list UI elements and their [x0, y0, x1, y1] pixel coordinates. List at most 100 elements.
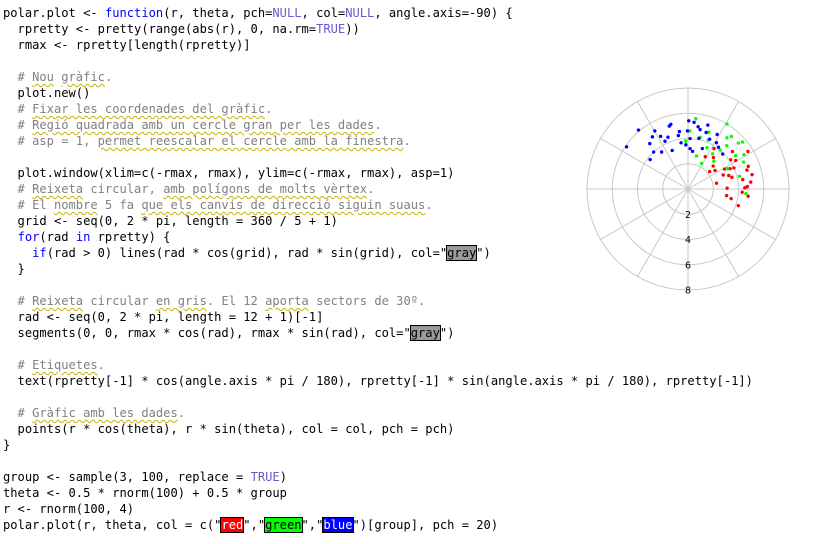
code-line[interactable]: theta <- 0.5 * rnorm(100) + 0.5 * group	[3, 485, 838, 501]
data-point	[685, 129, 690, 133]
code-token: .	[265, 102, 273, 116]
data-point	[697, 136, 701, 141]
data-point	[732, 166, 736, 170]
data-point	[736, 203, 741, 208]
code-line[interactable]: polar.plot <- function(r, theta, pch=NUL…	[3, 5, 838, 21]
code-line[interactable]: points(r * cos(theta), r * sin(theta), c…	[3, 421, 838, 437]
data-point	[729, 196, 733, 201]
code-token: # asp = 1,	[3, 134, 98, 148]
code-token: polar.plot(r, theta, col = c("	[3, 518, 222, 532]
code-token: .	[104, 70, 113, 84]
data-point	[688, 136, 692, 141]
code-token: group <- sample(3, 100, replace =	[3, 470, 251, 484]
code-token: #	[3, 102, 33, 116]
data-point	[740, 140, 745, 144]
code-line[interactable]: }	[3, 437, 838, 453]
data-point	[733, 158, 738, 163]
data-point	[703, 155, 707, 159]
code-token: amb polígons de molts vèrtex	[163, 182, 368, 196]
data-point	[624, 145, 629, 149]
data-point	[741, 177, 745, 182]
data-point	[725, 186, 729, 190]
code-token: plot.new()	[3, 86, 91, 100]
grid-spoke	[687, 188, 776, 240]
data-point	[688, 146, 692, 151]
code-line[interactable]	[3, 453, 838, 469]
code-token: points(r * cos(theta), r * sin(theta), c…	[3, 422, 455, 436]
polar-plot: 2 4 6 8	[586, 87, 790, 297]
code-line[interactable]: # Etiquetes.	[3, 357, 838, 373]
code-token: ))	[345, 22, 360, 36]
code-line[interactable]: rmax <- rpretty[length(rpretty)]	[3, 37, 838, 53]
code-token: (r, theta, pch=	[163, 6, 273, 20]
code-token: rpretty) {	[90, 230, 171, 244]
code-token: function	[104, 6, 164, 20]
data-point	[743, 186, 747, 190]
code-token: gray	[409, 325, 441, 341]
code-token: circular,	[83, 182, 164, 196]
code-token: polar.plot <-	[3, 6, 105, 20]
code-token: #	[3, 406, 33, 420]
code-token: gràfic	[61, 70, 105, 84]
data-point	[707, 169, 712, 174]
data-point	[718, 148, 722, 152]
code-line[interactable]: text(rpretty[-1] * cos(angle.axis * pi /…	[3, 373, 838, 389]
code-token: text(rpretty[-1] * cos(angle.axis * pi /…	[3, 374, 753, 388]
code-line[interactable]: r <- rnorm(100, 4)	[3, 501, 838, 517]
code-token: .	[425, 198, 433, 212]
code-token: theta <- 0.5 * rnorm(100) + 0.5 * group	[3, 486, 287, 500]
code-token: sectors de 30º.	[308, 294, 426, 308]
data-point	[725, 136, 729, 140]
data-point	[648, 141, 652, 146]
code-token: Reixeta	[32, 182, 84, 196]
code-token: segments(0, 0, rmax * cos(rad), rmax * s…	[3, 326, 411, 340]
code-token: if	[32, 246, 47, 260]
code-line[interactable]: rpretty <- pretty(range(abs(r), 0, na.rm…	[3, 21, 838, 37]
code-line[interactable]	[3, 53, 838, 69]
data-point	[658, 134, 663, 139]
code-token: .	[177, 406, 186, 420]
data-point	[745, 168, 749, 172]
data-point	[727, 173, 731, 178]
data-point	[636, 128, 641, 132]
code-token: in	[75, 230, 91, 244]
code-line[interactable]	[3, 341, 838, 357]
data-point	[666, 135, 670, 139]
data-point	[725, 166, 729, 171]
code-line[interactable]	[3, 389, 838, 405]
code-token: }	[3, 262, 25, 276]
code-token: gray	[446, 245, 478, 261]
code-token: grid <- seq(0, 2 * pi, length = 360 / 5 …	[3, 214, 338, 228]
data-point	[690, 149, 695, 154]
code-token: ")	[476, 246, 491, 260]
data-point	[729, 158, 733, 162]
code-token: .	[367, 182, 375, 196]
data-point	[712, 146, 716, 151]
code-line[interactable]: group <- sample(3, 100, replace = TRUE)	[3, 469, 838, 485]
code-token: .	[374, 118, 382, 132]
code-token: .	[97, 358, 105, 372]
code-token: permet reescalar el cercle amb la finest…	[97, 134, 404, 148]
data-point	[746, 164, 750, 169]
data-point	[746, 149, 750, 154]
data-point	[721, 173, 725, 177]
code-token: #	[3, 70, 33, 84]
data-point	[707, 137, 712, 141]
code-line[interactable]: segments(0, 0, rmax * cos(rad), rmax * s…	[3, 325, 838, 341]
data-point	[696, 124, 700, 129]
data-point	[713, 168, 717, 173]
rstudio-window: polar.plot <- function(r, theta, pch=NUL…	[0, 0, 838, 544]
data-point	[700, 146, 705, 151]
grid-spoke	[600, 138, 689, 190]
data-point	[730, 149, 735, 154]
code-token: )	[279, 470, 287, 484]
code-token: for	[17, 230, 40, 244]
code-line[interactable]: rad <- seq(0, 2 * pi, length = 12 + 1)[-…	[3, 309, 838, 325]
grid-spoke	[637, 188, 689, 277]
code-line[interactable]: polar.plot(r, theta, col = c("red","gree…	[3, 517, 838, 533]
code-token: Reixeta	[32, 294, 84, 308]
code-line[interactable]: # Gràfic amb les dades.	[3, 405, 838, 421]
data-point	[715, 132, 719, 137]
code-token: green	[264, 517, 303, 533]
